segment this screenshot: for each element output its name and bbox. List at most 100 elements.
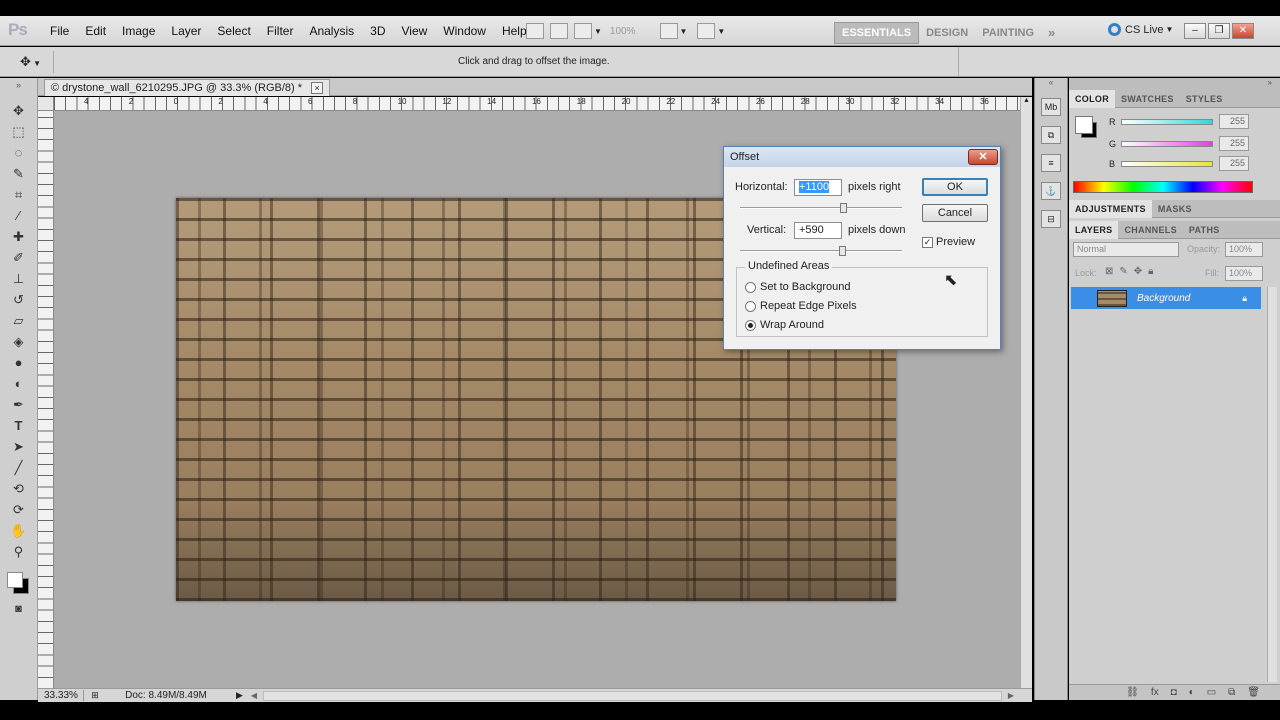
- move-tool-icon[interactable]: ✥: [8, 101, 30, 121]
- eraser-tool-icon[interactable]: ▱: [8, 311, 30, 331]
- arrange-documents-icon[interactable]: [659, 23, 678, 39]
- fill-field[interactable]: 100%: [1225, 266, 1263, 281]
- brush-tool-icon[interactable]: ✐: [8, 248, 30, 268]
- lock-all-icon[interactable]: 🔒︎: [1148, 266, 1153, 277]
- chevron-down-icon[interactable]: ▼: [717, 27, 725, 36]
- channel-b-value[interactable]: 255: [1219, 156, 1249, 171]
- ruler-origin[interactable]: [38, 97, 54, 111]
- hand-tool-icon[interactable]: ✋: [8, 521, 30, 541]
- pen-tool-icon[interactable]: ✒: [8, 395, 30, 415]
- 3d-rotate-tool-icon[interactable]: ⟲: [8, 479, 30, 499]
- option-wrap-around[interactable]: Wrap Around: [745, 319, 824, 331]
- ok-button[interactable]: OK: [922, 178, 988, 196]
- scroll-left-icon[interactable]: ◀: [251, 691, 257, 700]
- minimize-icon[interactable]: –: [1184, 23, 1206, 39]
- 3d-orbit-tool-icon[interactable]: ⟳: [8, 500, 30, 520]
- tab-masks[interactable]: MASKS: [1152, 200, 1198, 218]
- healing-brush-tool-icon[interactable]: ✚: [8, 227, 30, 247]
- tab-swatches[interactable]: SWATCHES: [1115, 90, 1180, 108]
- tab-color[interactable]: COLOR: [1069, 89, 1115, 108]
- marquee-tool-icon[interactable]: ⬚: [8, 122, 30, 142]
- set-to-background-radio[interactable]: [745, 281, 756, 293]
- close-icon[interactable]: ×: [311, 82, 324, 94]
- wrap-around-radio[interactable]: [745, 319, 756, 331]
- menu-select[interactable]: Select: [209, 16, 258, 46]
- tool-presets-icon[interactable]: ⊟: [1041, 210, 1061, 228]
- foreground-color-swatch[interactable]: [1075, 116, 1093, 134]
- new-group-icon[interactable]: ▭: [1207, 687, 1216, 698]
- menu-view[interactable]: View: [393, 16, 435, 46]
- zoom-tool-icon[interactable]: ⚲: [8, 542, 30, 562]
- eyedropper-tool-icon[interactable]: ⁄: [8, 206, 30, 226]
- vertical-ruler[interactable]: [38, 111, 54, 689]
- menu-window[interactable]: Window: [435, 16, 494, 46]
- repeat-edge-pixels-radio[interactable]: [745, 300, 756, 312]
- scroll-right-icon[interactable]: ▶: [1008, 691, 1014, 700]
- launch-bridge-icon[interactable]: [526, 23, 544, 39]
- history-icon[interactable]: ⧉: [1041, 126, 1061, 144]
- mini-bridge-icon[interactable]: Mb: [1041, 98, 1061, 116]
- scroll-up-icon[interactable]: ▲: [1021, 97, 1032, 104]
- more-workspaces-icon[interactable]: »: [1041, 21, 1062, 44]
- blend-mode-select[interactable]: Normal: [1073, 242, 1179, 257]
- opacity-field[interactable]: 100%: [1225, 242, 1263, 257]
- chevron-down-icon[interactable]: ▼: [680, 27, 688, 36]
- workspace-design[interactable]: DESIGN: [919, 23, 975, 43]
- tab-channels[interactable]: CHANNELS: [1118, 221, 1182, 239]
- path-selection-tool-icon[interactable]: ➤: [8, 437, 30, 457]
- link-layers-icon[interactable]: ⛓︎: [1126, 687, 1139, 698]
- restore-icon[interactable]: ❐: [1208, 23, 1230, 39]
- menu-file[interactable]: File: [42, 16, 77, 46]
- clone-stamp-tool-icon[interactable]: ⊥: [8, 269, 30, 289]
- workspace-essentials[interactable]: ESSENTIALS: [834, 21, 920, 44]
- brush-presets-icon[interactable]: ≡: [1041, 154, 1061, 172]
- status-zoom[interactable]: 33.33%: [38, 690, 84, 701]
- horizontal-scrollbar[interactable]: [263, 690, 1002, 701]
- lock-image-icon[interactable]: ✎: [1119, 266, 1127, 277]
- menu-layer[interactable]: Layer: [163, 16, 209, 46]
- quick-selection-tool-icon[interactable]: ✎: [8, 164, 30, 184]
- add-mask-icon[interactable]: ◘: [1171, 687, 1177, 698]
- lasso-tool-icon[interactable]: ◌: [8, 143, 30, 163]
- menu-filter[interactable]: Filter: [259, 16, 302, 46]
- vertical-scrollbar[interactable]: ▲: [1020, 97, 1032, 689]
- trash-icon[interactable]: 🗑︎: [1247, 687, 1260, 698]
- color-swatches[interactable]: [0, 566, 37, 598]
- close-window-icon[interactable]: ✕: [1232, 23, 1254, 39]
- vertical-slider[interactable]: [740, 250, 902, 252]
- collapse-icon[interactable]: «: [1035, 78, 1067, 92]
- tab-layers[interactable]: LAYERS: [1069, 220, 1119, 239]
- chevron-down-icon[interactable]: ▼: [594, 27, 602, 36]
- option-set-to-background[interactable]: Set to Background: [745, 281, 851, 293]
- tab-styles[interactable]: STYLES: [1180, 90, 1229, 108]
- blur-tool-icon[interactable]: ●: [8, 353, 30, 373]
- tab-paths[interactable]: PATHS: [1183, 221, 1226, 239]
- collapse-icon[interactable]: »: [0, 78, 37, 100]
- option-repeat-edge-pixels[interactable]: Repeat Edge Pixels: [745, 300, 857, 312]
- quick-mask-icon[interactable]: ◙: [8, 599, 30, 619]
- tool-preset-picker[interactable]: ✥ ▼: [6, 51, 54, 73]
- horizontal-input[interactable]: +1100: [794, 179, 842, 196]
- horizontal-slider[interactable]: [740, 207, 902, 209]
- dialog-title[interactable]: Offset: [724, 147, 1000, 167]
- layer-style-icon[interactable]: fx: [1151, 687, 1159, 698]
- menu-analysis[interactable]: Analysis: [301, 16, 362, 46]
- lock-position-icon[interactable]: ✥: [1134, 266, 1142, 277]
- history-brush-tool-icon[interactable]: ↺: [8, 290, 30, 310]
- menu-3d[interactable]: 3D: [362, 16, 393, 46]
- color-spectrum-ramp[interactable]: [1073, 181, 1253, 193]
- foreground-color-swatch[interactable]: [7, 572, 23, 588]
- layers-scrollbar[interactable]: [1267, 287, 1277, 682]
- view-extras-icon[interactable]: [574, 23, 592, 39]
- layer-row-background[interactable]: Background 🔒︎: [1071, 287, 1261, 309]
- horizontal-ruler[interactable]: 4 2 0 2 4 6 8 10 12 14 16 18 20 22 24 26 28 30 32 34 36: [54, 97, 1020, 111]
- clone-source-icon[interactable]: ⚓: [1041, 182, 1061, 200]
- lock-transparent-icon[interactable]: ⊠: [1105, 266, 1113, 277]
- channel-g-value[interactable]: 255: [1219, 136, 1249, 151]
- cs-live[interactable]: CS Live ▼: [1108, 23, 1173, 36]
- dodge-tool-icon[interactable]: ◐: [8, 374, 30, 394]
- document-tab[interactable]: © drystone_wall_6210295.JPG @ 33.3% (RGB…: [44, 79, 331, 96]
- tab-adjustments[interactable]: ADJUSTMENTS: [1069, 199, 1152, 218]
- paint-bucket-tool-icon[interactable]: ◈: [8, 332, 30, 352]
- screen-mode-icon[interactable]: [697, 23, 716, 39]
